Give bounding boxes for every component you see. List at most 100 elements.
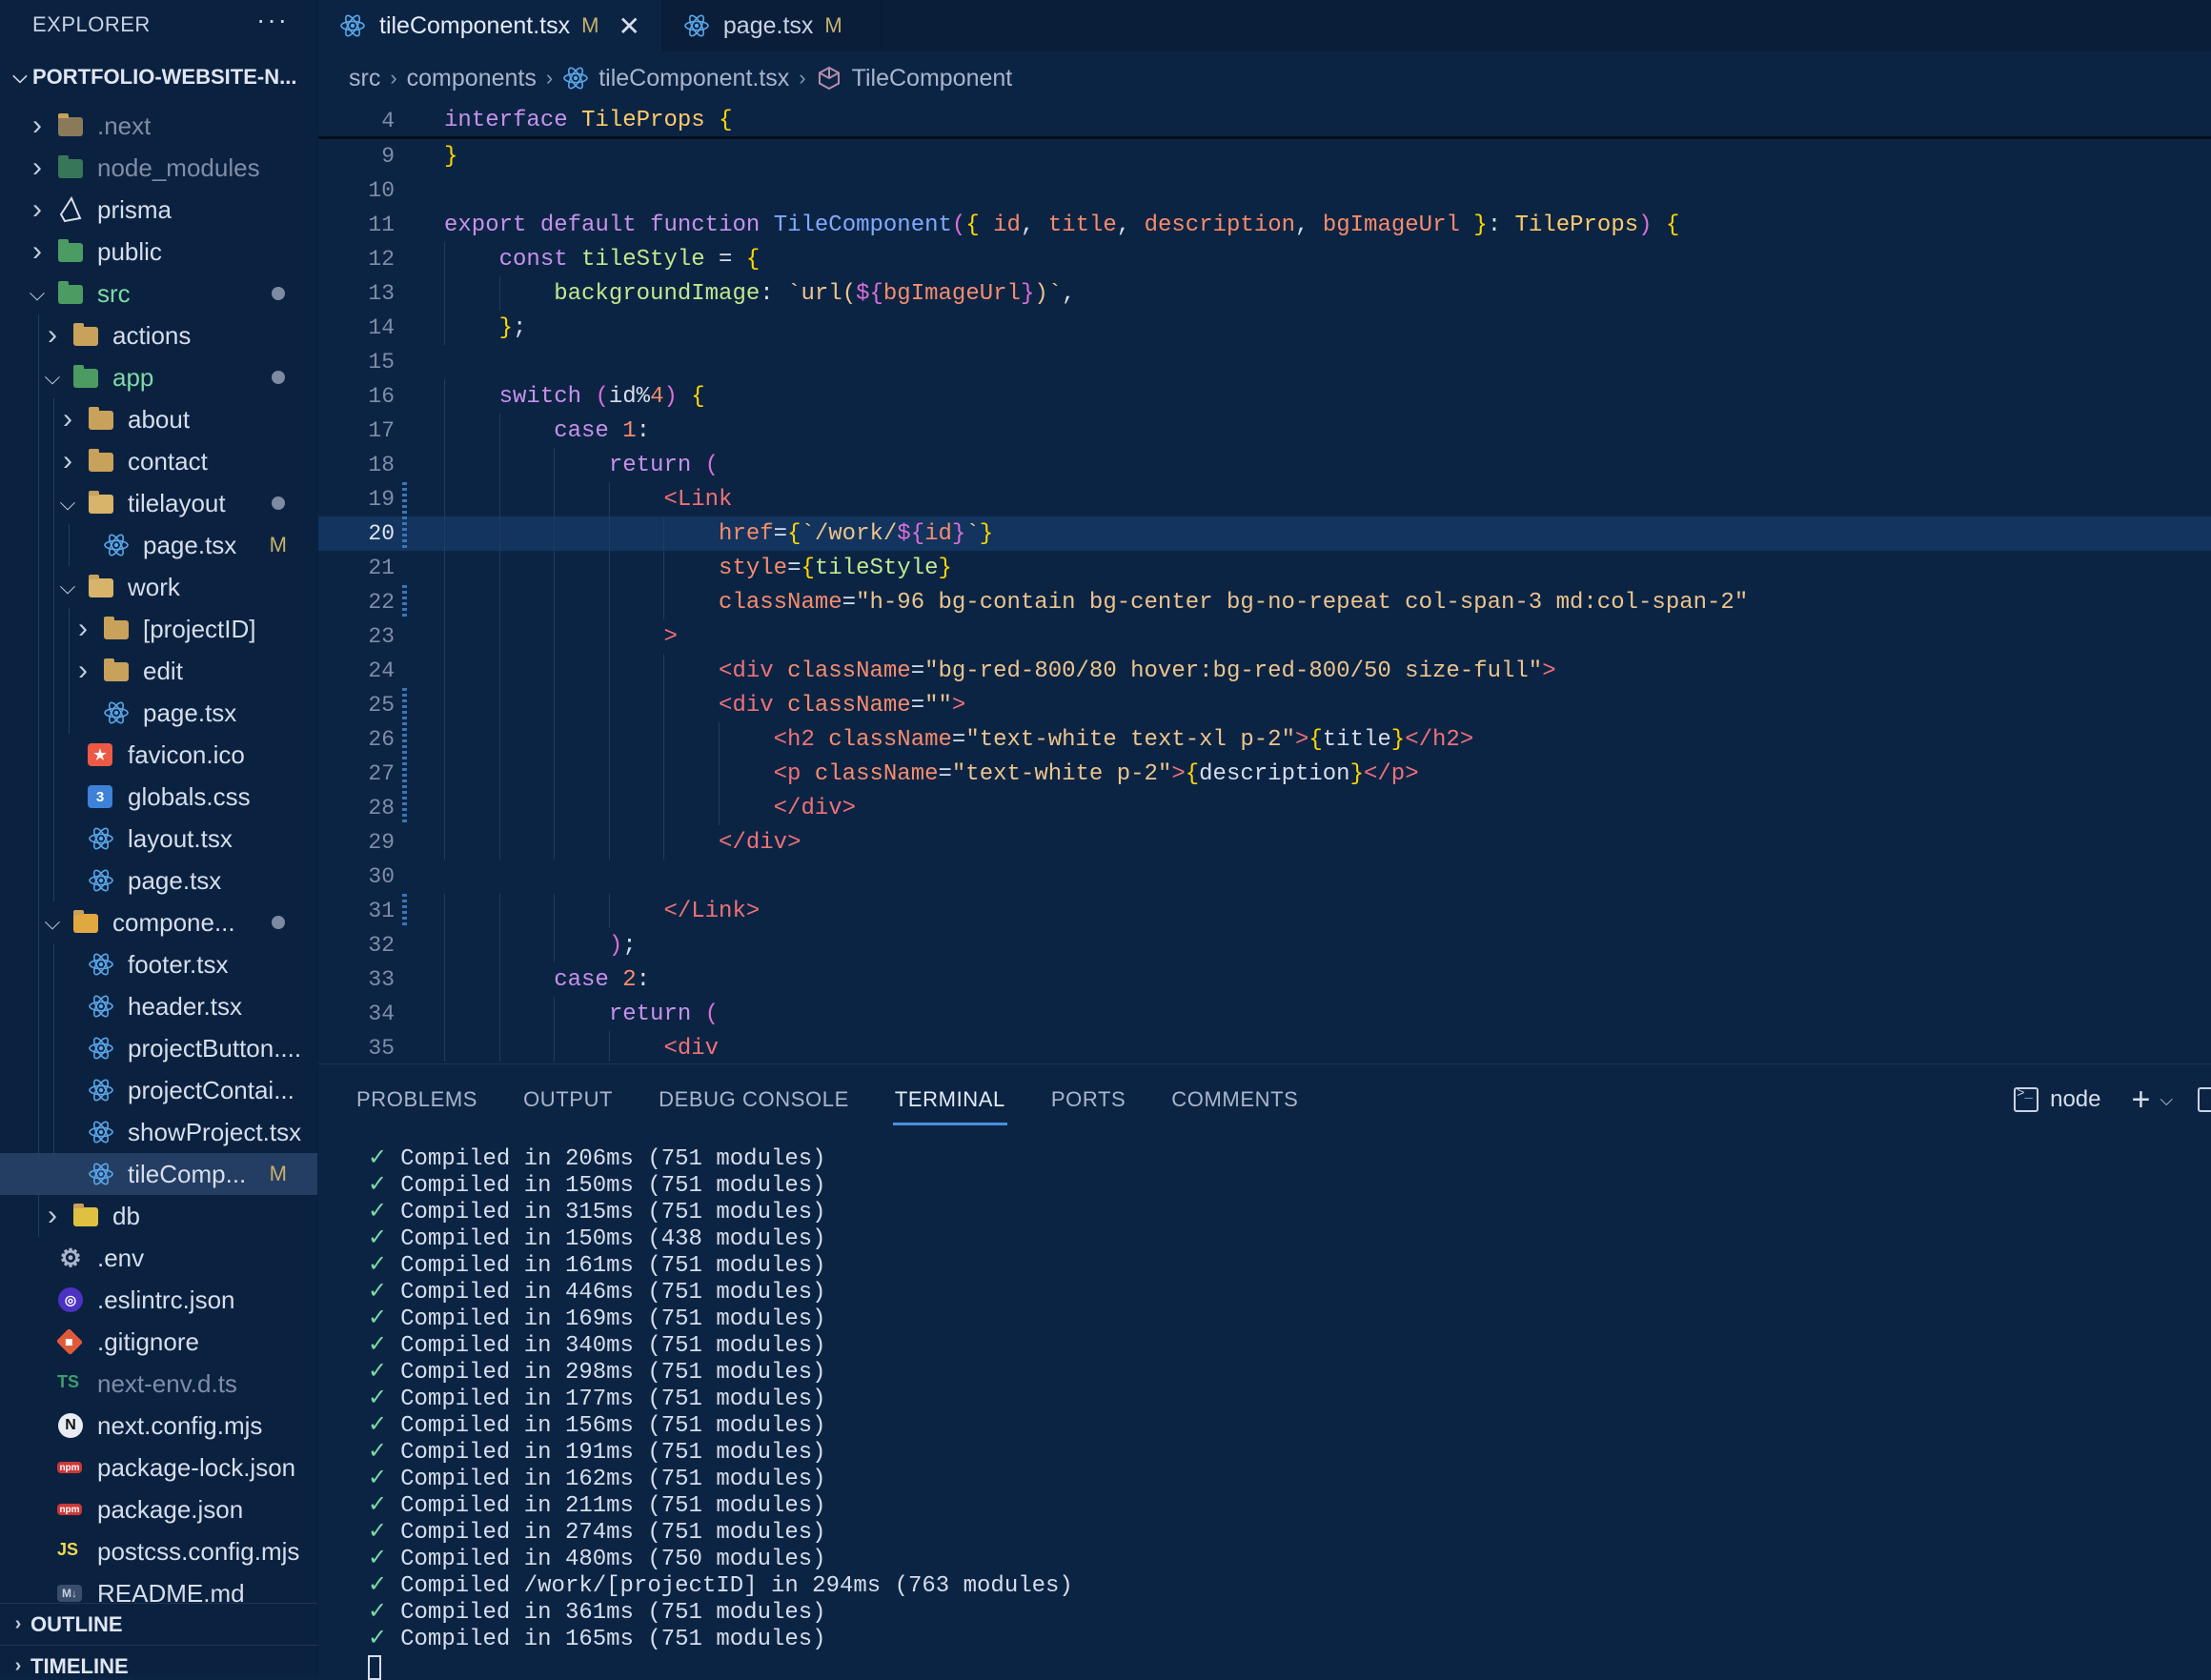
tree-item[interactable]: › edit [0,650,317,692]
git-modified-marker[interactable] [402,688,407,722]
tab-tilecomponent[interactable]: tileComponent.tsx M ✕ [318,0,662,51]
tree-item[interactable]: ›page.tsx [0,860,317,901]
git-modified-marker[interactable] [402,722,407,757]
tree-item[interactable]: › [projectID] [0,608,317,650]
tree-item[interactable]: ›Nnext.config.mjs [0,1405,317,1447]
tree-item[interactable]: › prisma [0,189,317,231]
git-modified-marker[interactable] [402,585,407,619]
code-line[interactable]: 28 </div> [318,791,2211,825]
tab-page[interactable]: page.tsx M [662,0,882,51]
code-line[interactable]: 24 <div className="bg-red-800/80 hover:b… [318,654,2211,688]
code-line[interactable]: 21 style={tileStyle} [318,551,2211,585]
code-line[interactable]: 27 <p className="text-white p-2">{descri… [318,757,2211,791]
code-line[interactable]: 30 [318,860,2211,894]
breadcrumb-symbol[interactable]: TileComponent [852,65,1013,92]
code-line[interactable]: 15 [318,345,2211,379]
tree-item[interactable]: ›◎.eslintrc.json [0,1279,317,1321]
git-modified-marker[interactable] [402,791,407,825]
tree-item[interactable]: ⌵ work [0,566,317,608]
folder-icon [88,574,114,600]
outline-section[interactable]: › OUTLINE [0,1603,317,1645]
code-line[interactable]: 4 interface TileProps { [318,105,2211,139]
terminal-shell-name[interactable]: node [2050,1086,2100,1113]
tree-item[interactable]: ›3globals.css [0,776,317,818]
code-editor[interactable]: 4 interface TileProps {9} 10 11 export defau… [318,105,2211,1062]
eslint-icon: ◎ [57,1286,84,1313]
terminal-line: ✓ Compiled in 150ms (438 modules) [368,1226,2211,1253]
code-line[interactable]: 13 backgroundImage: `url(${bgImageUrl})`… [318,276,2211,311]
tree-item[interactable]: ›JSpostcss.config.mjs [0,1530,317,1572]
code-line[interactable]: 22 className="h-96 bg-contain bg-center … [318,585,2211,619]
tree-item[interactable]: ›layout.tsx [0,818,317,860]
indent-guide [53,943,54,985]
tree-item[interactable]: › .next [0,105,317,147]
more-actions-icon[interactable]: ··· [256,5,289,35]
tree-item[interactable]: ›page.tsx [0,692,317,734]
tab-comments[interactable]: COMMENTS [1171,1064,1298,1135]
code-line[interactable]: 33 case 2: [318,962,2211,997]
code-line[interactable]: 16 switch (id%4) { [318,379,2211,414]
tree-item[interactable]: ›npmpackage-lock.json [0,1447,317,1488]
tree-item[interactable]: ›projectContai... [0,1069,317,1111]
tab-ports[interactable]: PORTS [1051,1064,1126,1135]
git-modified-marker[interactable] [402,894,407,928]
tree-item[interactable]: › public [0,231,317,273]
code-line[interactable]: 23 > [318,619,2211,654]
terminal-text: Compiled in 169ms (751 modules) [400,1306,826,1332]
tab-terminal[interactable]: TERMINAL [892,1064,1007,1135]
tree-item[interactable]: › contact [0,440,317,482]
code-line[interactable]: 17 case 1: [318,414,2211,448]
code-line[interactable]: 20 href={`/work/${id}`} [318,516,2211,551]
code-line[interactable]: 35 <div [318,1031,2211,1062]
git-modified-marker[interactable] [402,482,407,516]
split-terminal-icon[interactable] [2198,1087,2211,1112]
tree-item[interactable]: ›footer.tsx [0,943,317,985]
tree-item[interactable]: › db [0,1195,317,1237]
tree-item[interactable]: ›showProject.tsx [0,1111,317,1153]
tree-item[interactable]: ›◆.gitignore [0,1321,317,1363]
tree-item[interactable]: ⌵ src [0,273,317,314]
tree-item[interactable]: ⌵ app [0,356,317,398]
new-terminal-icon[interactable]: + [2131,1082,2150,1119]
tree-item[interactable]: › about [0,398,317,440]
tree-item[interactable]: ›TSnext-env.d.ts [0,1363,317,1405]
code-line[interactable]: 31 </Link> [318,894,2211,928]
close-icon[interactable]: ✕ [618,10,639,42]
code-line[interactable]: 12 const tileStyle = { [318,242,2211,276]
git-modified-marker[interactable] [402,757,407,791]
code-line[interactable]: 14 }; [318,311,2211,345]
project-folder-header[interactable]: ⌵ PORTFOLIO-WEBSITE-N... [0,50,317,105]
code-line[interactable]: 34 return ( [318,997,2211,1031]
tree-item[interactable]: ⌵ compone... [0,901,317,943]
code-line[interactable]: 29 </div> [318,825,2211,860]
code-line[interactable]: 25 <div className=""> [318,688,2211,722]
tree-item[interactable]: ›★favicon.ico [0,734,317,776]
code-line[interactable]: 26 <h2 className="text-white text-xl p-2… [318,722,2211,757]
tab-output[interactable]: OUTPUT [523,1064,613,1135]
code-line[interactable]: 18 return ( [318,448,2211,482]
git-modified-marker[interactable] [402,516,407,551]
code-line[interactable]: 19 <Link [318,482,2211,516]
tree-item[interactable]: ›⚙.env [0,1237,317,1279]
terminal-output[interactable]: ✓ Compiled in 206ms (751 modules) ✓ Compile… [318,1146,2211,1680]
code-line[interactable]: 32 ); [318,928,2211,962]
tree-item-label: .eslintrc.json [97,1285,235,1314]
code-line[interactable]: 10 [318,173,2211,208]
tree-item[interactable]: ›projectButton.... [0,1027,317,1069]
tree-item[interactable]: › node_modules [0,147,317,189]
code-line[interactable]: 11 export default function TileComponent(… [318,208,2211,242]
timeline-section[interactable]: › TIMELINE [0,1645,317,1677]
tree-item[interactable]: ⌵ tilelayout [0,482,317,524]
tree-item[interactable]: ›header.tsx [0,985,317,1027]
chevron-down-icon[interactable]: ⌵ [2160,1090,2173,1110]
breadcrumb-components[interactable]: components [407,65,537,92]
code-line[interactable]: 9} [318,139,2211,173]
breadcrumb-src[interactable]: src [349,65,380,92]
breadcrumb-file[interactable]: tileComponent.tsx [598,65,789,92]
tab-problems[interactable]: PROBLEMS [356,1064,477,1135]
tab-debug-console[interactable]: DEBUG CONSOLE [659,1064,849,1135]
tree-item[interactable]: › actions [0,314,317,356]
tree-item[interactable]: ›tileComp...M [0,1153,317,1195]
tree-item[interactable]: ›npmpackage.json [0,1488,317,1530]
tree-item[interactable]: ›page.tsxM [0,524,317,566]
